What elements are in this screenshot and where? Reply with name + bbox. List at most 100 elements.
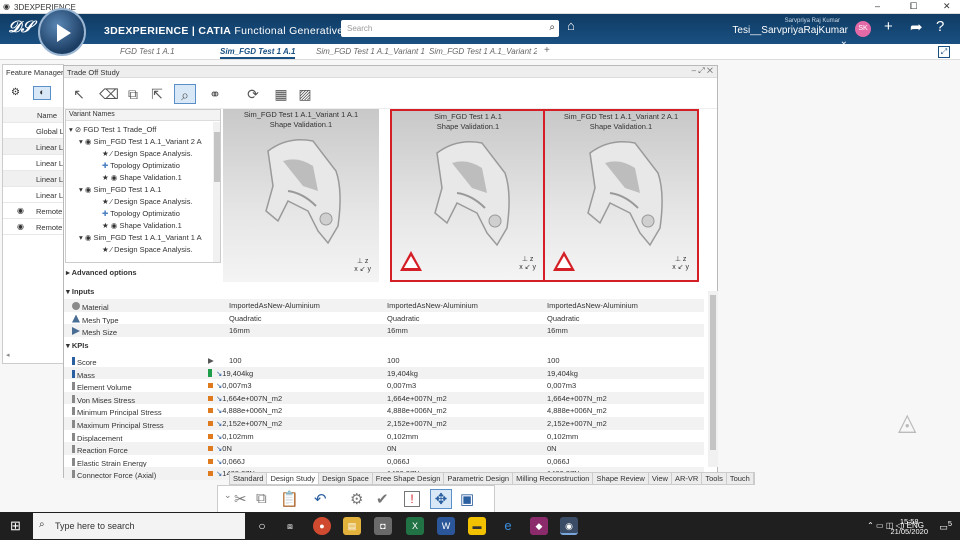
maximize-button[interactable]: ⧠ [910,1,917,12]
scroll-thumb[interactable] [710,295,716,450]
chrome-icon[interactable]: ● [313,517,331,535]
notifications-icon[interactable]: ▭5 [939,519,952,533]
taskbar-clock[interactable]: 15:58 21/05/2020 [890,517,928,537]
tab-tools[interactable]: Tools [702,473,727,484]
add-tab-button[interactable]: + [544,45,550,56]
tab-variant-1[interactable]: Sim_FGD Test 1 A.1_Variant 1 [316,47,424,56]
variant-pane[interactable]: Sim_FGD Test 1 A.1_Variant 1 A.1 Shape V… [223,109,379,282]
window-controls[interactable]: – ⤢ ✕ [692,66,713,76]
word-icon[interactable]: W [437,517,455,535]
table-icon[interactable]: ▦ [270,84,292,104]
status-orange-icon[interactable] [208,457,213,466]
user-menu[interactable]: Sarvpriya Raj Kumar Tesi__SarvpriyaRajKu… [728,18,848,47]
list-item[interactable]: ◉ Remote [3,219,65,235]
status-orange-icon[interactable] [208,419,213,428]
validation-icon[interactable]: ⚙ [350,490,363,508]
sticky-notes-icon[interactable]: ▬ [468,517,486,535]
collapse-icon[interactable]: ⌄ [224,490,232,501]
copy-icon[interactable]: ⧉ [256,490,267,507]
check-icon[interactable]: ✔ [376,490,389,508]
table-scrollbar[interactable] [708,291,718,467]
tree-scrollbar[interactable] [213,122,220,262]
tree-item[interactable]: ★ ⁄ Design Space Analysis. [102,149,212,158]
status-orange-icon[interactable] [208,444,213,453]
cut-icon[interactable]: ✂ [234,490,247,508]
view-icon[interactable]: ◐ [33,86,51,100]
move-icon[interactable]: ✥ [430,489,452,509]
tab-design-space[interactable]: Design Space [319,473,373,484]
tree-item[interactable]: ▾ ◉ Sim_FGD Test 1 A.1_Variant 2 A [79,137,211,146]
tool-icon[interactable]: ⚙ [11,87,20,98]
alert-icon[interactable]: ! [404,491,420,507]
export-icon[interactable]: ⇱ [146,84,168,104]
list-item[interactable]: ◉ Remote [3,203,65,219]
plus-icon[interactable]: + [884,18,893,35]
status-orange-icon[interactable] [208,381,213,390]
tab-variant-2[interactable]: Sim_FGD Test 1 A.1_Variant 2 [429,47,537,56]
3dexperience-icon[interactable]: ◉ [560,517,578,535]
compare-icon[interactable]: ⚭ [204,84,226,104]
minimize-button[interactable]: – [875,1,880,11]
inputs-toggle[interactable]: ▾ Inputs [66,287,94,296]
avatar[interactable]: SK [855,21,871,37]
tree-item[interactable]: ▾ ⊘ FGD Test 1 Trade_Off [69,125,156,134]
status-orange-icon[interactable] [208,469,213,478]
cortana-icon[interactable]: ○ [253,517,271,535]
status-orange-icon[interactable] [208,432,213,441]
store-icon[interactable]: ◘ [374,517,392,535]
list-item[interactable]: Linear Lo [3,155,65,171]
expand-icon[interactable]: ⤢ [938,46,950,58]
list-item[interactable]: Linear Lo [3,171,65,187]
tab-ar-vr[interactable]: AR-VR [672,473,703,484]
variant-pane[interactable]: Sim_FGD Test 1 A.1 Shape Validation.1 ⊥ … [390,109,546,282]
tree-item[interactable]: ★ ◉ Shape Validation.1 [102,221,212,230]
tab-milling-reconstruction[interactable]: Milling Reconstruction [513,473,594,484]
eraser-icon[interactable]: ⌫ [98,84,120,104]
kpis-toggle[interactable]: ▾ KPIs [66,341,89,350]
tree-item[interactable]: ✚ Topology Optimizatio [102,209,212,218]
tab-free-shape-design[interactable]: Free Shape Design [373,473,445,484]
images-icon[interactable]: ▨ [294,84,316,104]
refresh-icon[interactable]: ⟳ [242,84,264,104]
tab-shape-review[interactable]: Shape Review [593,473,649,484]
scroll-left-icon[interactable]: ◂ [6,351,10,359]
tab-design-study[interactable]: Design Study [267,473,320,484]
taskbar-search-input[interactable]: ⌕ Type here to search [33,513,245,539]
tree-item[interactable]: ▾ ◉ Sim_FGD Test 1 A.1 [79,185,211,194]
list-item[interactable]: Linear Lo [3,139,65,155]
status-orange-icon[interactable] [208,394,213,403]
select-icon[interactable]: ↖ [68,84,90,104]
excel-icon[interactable]: X [406,517,424,535]
tag-icon[interactable]: ⌂ [567,18,575,33]
tree-item[interactable]: ★ ⁄ Design Space Analysis. [102,245,212,254]
scroll-thumb[interactable] [214,132,220,182]
advanced-options-toggle[interactable]: ▸ Advanced options [66,268,137,277]
eye-icon[interactable]: ◉ [17,206,24,215]
tree-item[interactable]: ★ ⁄ Design Space Analysis. [102,197,212,206]
zoom-icon[interactable]: ⌕ [174,84,196,104]
play-icon[interactable]: ▶ [208,356,214,365]
status-green-icon[interactable] [208,368,212,379]
file-explorer-icon[interactable]: ▤ [343,517,361,535]
search-input[interactable]: Search ⌕ [341,20,559,37]
tree-item[interactable]: ★ ◉ Shape Validation.1 [102,173,212,182]
tab-standard[interactable]: Standard [230,473,268,484]
panel-icon[interactable]: ▣ [460,490,474,508]
tree-item[interactable]: ▾ ◉ Sim_FGD Test 1 A.1_Variant 1 A [79,233,211,242]
list-item[interactable]: Global L [3,123,65,139]
variant-pane[interactable]: Sim_FGD Test 1 A.1_Variant 2 A.1 Shape V… [543,109,699,282]
copy-icon[interactable]: ⧉ [122,84,144,104]
list-item[interactable]: Linear Lo [3,187,65,203]
tab-touch[interactable]: Touch [727,473,754,484]
compass-mini-icon[interactable]: ◬ [898,408,916,437]
compass-icon[interactable] [38,8,86,56]
app-icon-purple[interactable]: ◆ [530,517,548,535]
edge-icon[interactable]: e [499,517,517,535]
tree-item[interactable]: ✚ Topology Optimizatio [102,161,212,170]
tab-view[interactable]: View [649,473,672,484]
search-icon[interactable]: ⌕ [549,22,555,33]
tab-fgd-test[interactable]: FGD Test 1 A.1 [120,47,175,56]
status-orange-icon[interactable] [208,406,213,415]
tab-sim-fgd-test[interactable]: Sim_FGD Test 1 A.1 [220,47,296,59]
task-view-icon[interactable]: ⧈ [281,517,299,535]
